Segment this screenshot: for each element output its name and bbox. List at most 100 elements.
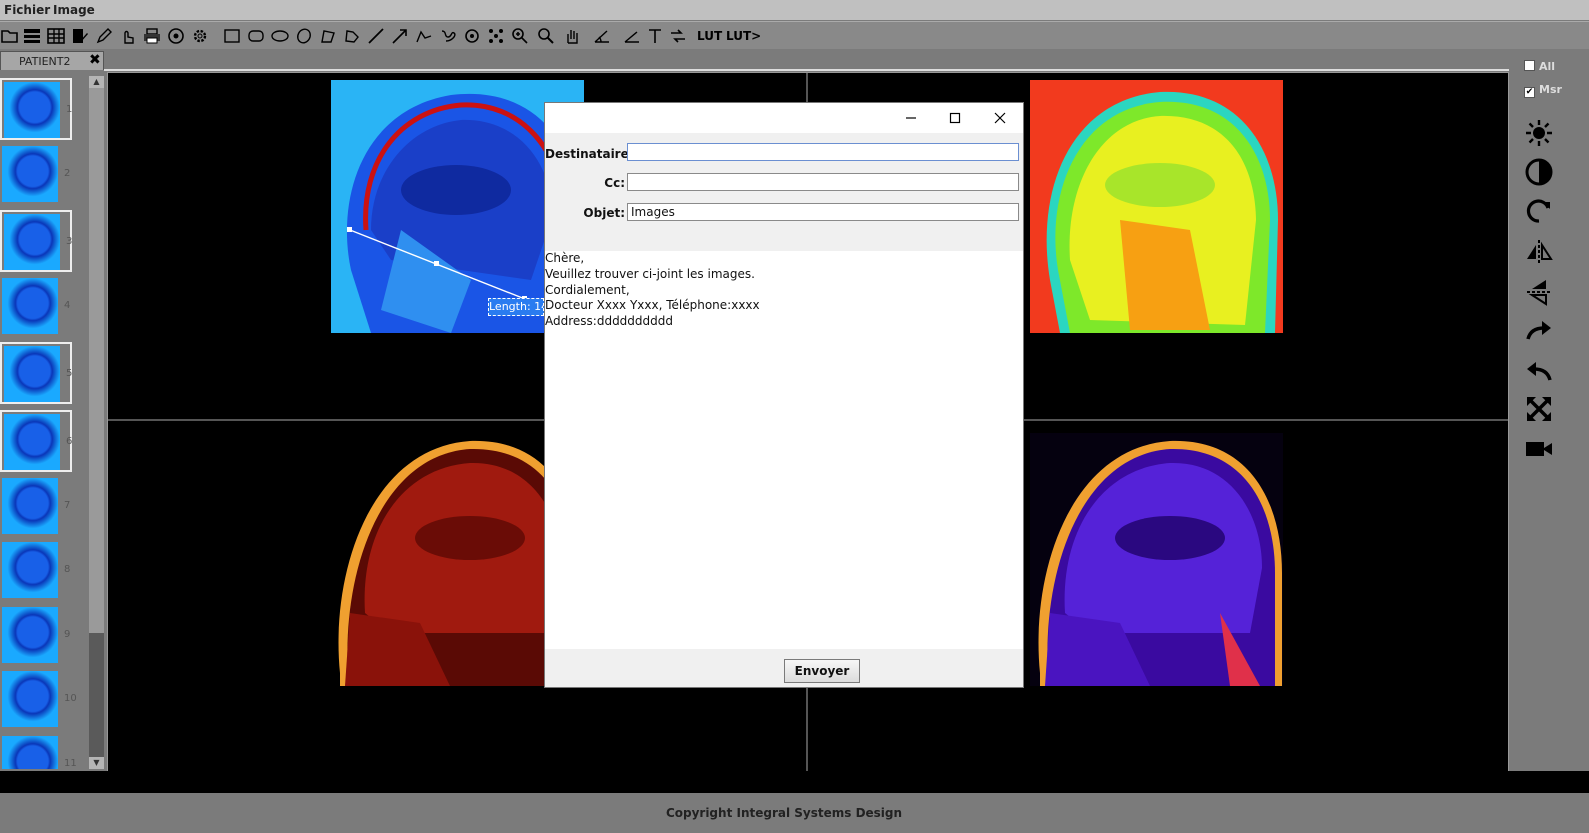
pan-hand-icon[interactable] — [562, 26, 582, 46]
maximize-icon[interactable] — [945, 109, 965, 127]
thumbnail[interactable]: 11 — [0, 734, 77, 769]
scroll-down-icon[interactable]: ▼ — [89, 757, 104, 769]
lut-next-button[interactable]: LUT> — [726, 29, 761, 43]
menu-fichier[interactable]: Fichier — [4, 3, 50, 17]
message-body[interactable]: Chère, Veuillez trouver ci-joint les ima… — [545, 251, 1023, 649]
thumbnail-number: 4 — [64, 300, 71, 311]
to-field[interactable] — [627, 143, 1019, 161]
brightness-icon[interactable] — [1522, 117, 1556, 149]
rounded-rect-icon[interactable] — [246, 26, 266, 46]
arrow-icon[interactable] — [390, 26, 410, 46]
cc-field[interactable] — [627, 173, 1019, 191]
scroll-thumb[interactable] — [89, 88, 104, 633]
body-line: Docteur Xxxx Yxxx, Téléphone:xxxx — [545, 298, 760, 313]
mri-image-rainbow[interactable] — [1030, 80, 1283, 333]
to-label: Destinataires: — [545, 147, 641, 161]
rotate-icon[interactable] — [1522, 195, 1556, 227]
edit-doc-icon[interactable] — [70, 26, 90, 46]
thumbnail[interactable]: 4 — [0, 276, 70, 338]
msr-checkbox-box[interactable]: ✔ — [1524, 87, 1535, 98]
text-icon[interactable] — [645, 26, 665, 46]
subject-label: Objet: — [583, 206, 625, 220]
thumbnail[interactable]: 3 — [0, 210, 72, 272]
pencil-icon[interactable] — [94, 26, 114, 46]
thumbnail[interactable]: 9 — [0, 605, 70, 667]
thumbnail-number: 7 — [64, 500, 71, 511]
thumbnail-number: 9 — [64, 629, 71, 640]
thumbnail-number: 5 — [66, 368, 73, 379]
send-button[interactable]: Envoyer — [784, 659, 860, 683]
angle-icon[interactable] — [592, 26, 612, 46]
line-icon[interactable] — [366, 26, 386, 46]
thumbnail[interactable]: 8 — [0, 540, 70, 602]
flip-horizontal-icon[interactable] — [1522, 236, 1556, 268]
grid-icon[interactable] — [46, 26, 66, 46]
thumbnail[interactable]: 1 — [0, 78, 72, 140]
thumbnail[interactable]: 2 — [0, 144, 70, 206]
target-icon[interactable] — [462, 26, 482, 46]
thumbnail-image — [2, 542, 58, 598]
thumbnail-image — [2, 736, 58, 769]
email-dialog: Destinataires: Cc: Objet: Chère, Veuille… — [544, 102, 1024, 688]
lut-button[interactable]: LUT — [697, 29, 722, 43]
zoom-in-icon[interactable] — [510, 26, 530, 46]
menu-image[interactable]: Image — [53, 3, 95, 17]
dialog-footer: Envoyer — [545, 649, 1023, 687]
thumbnail[interactable]: 6 — [0, 410, 72, 472]
all-label: All — [1539, 60, 1556, 73]
thumbnail-strip: 1 2 3 4 5 6 7 8 9 10 11 — [0, 76, 88, 769]
cc-label: Cc: — [604, 176, 625, 190]
msr-label: Msr — [1539, 83, 1562, 96]
thumbnail-number: 6 — [66, 436, 73, 447]
layout-rows-icon[interactable] — [22, 26, 42, 46]
thumbnail-image — [4, 414, 60, 470]
thumbnail[interactable]: 7 — [0, 476, 70, 538]
toolbar: LUT LUT> — [0, 21, 1589, 49]
subject-field[interactable] — [627, 203, 1019, 221]
thumbnail[interactable]: 5 — [0, 342, 72, 404]
thumbnail-image — [2, 146, 58, 202]
scroll-up-icon[interactable]: ▲ — [89, 76, 104, 88]
body-line: Chère, — [545, 251, 585, 265]
polygon-icon[interactable] — [318, 26, 338, 46]
video-icon[interactable] — [1522, 433, 1556, 465]
print-icon[interactable] — [142, 26, 162, 46]
freehand-icon[interactable] — [438, 26, 458, 46]
contrast-icon[interactable] — [1522, 156, 1556, 188]
freehand-ellipse-icon[interactable] — [294, 26, 314, 46]
thumbnail-number: 8 — [64, 564, 71, 575]
thumbnail-image — [2, 478, 58, 534]
measurement-label[interactable]: Length: 147 — [488, 298, 544, 316]
mri-image-purple[interactable] — [1030, 433, 1283, 686]
open-folder-icon[interactable] — [0, 26, 20, 46]
settings-icon[interactable] — [190, 26, 210, 46]
close-icon[interactable]: ✖ — [89, 52, 101, 68]
ellipse-icon[interactable] — [270, 26, 290, 46]
tab-patient2[interactable]: PATIENT2 ✖ — [0, 51, 104, 70]
thumbnail[interactable]: 10 — [0, 669, 77, 731]
all-checkbox-box[interactable] — [1524, 60, 1535, 71]
flip-vertical-icon[interactable] — [1522, 276, 1556, 308]
curve-polygon-icon[interactable] — [342, 26, 362, 46]
tab-label: PATIENT2 — [19, 55, 71, 68]
redo-icon[interactable] — [1522, 316, 1556, 348]
cobb-angle-icon[interactable] — [622, 26, 642, 46]
dots-icon[interactable] — [486, 26, 506, 46]
all-checkbox[interactable]: All — [1524, 60, 1555, 73]
msr-checkbox[interactable]: ✔ Msr — [1524, 83, 1562, 98]
close-window-icon[interactable] — [990, 109, 1010, 127]
burn-icon[interactable] — [166, 26, 186, 46]
thumbnail-number: 2 — [64, 168, 71, 179]
angle-polyline-icon[interactable] — [414, 26, 434, 46]
thumbnail-scrollbar[interactable]: ▲ ▼ — [89, 76, 104, 769]
undo-icon[interactable] — [1522, 355, 1556, 387]
minimize-icon[interactable] — [901, 109, 921, 127]
flip-arrows-icon[interactable] — [668, 26, 688, 46]
body-line: Cordialement, — [545, 282, 630, 297]
dialog-titlebar — [545, 103, 1023, 133]
fullscreen-icon[interactable] — [1522, 393, 1556, 425]
hand-pointer-icon[interactable] — [118, 26, 138, 46]
rectangle-icon[interactable] — [222, 26, 242, 46]
body-line: Address:dddddddddd — [545, 314, 674, 329]
zoom-icon[interactable] — [536, 26, 556, 46]
